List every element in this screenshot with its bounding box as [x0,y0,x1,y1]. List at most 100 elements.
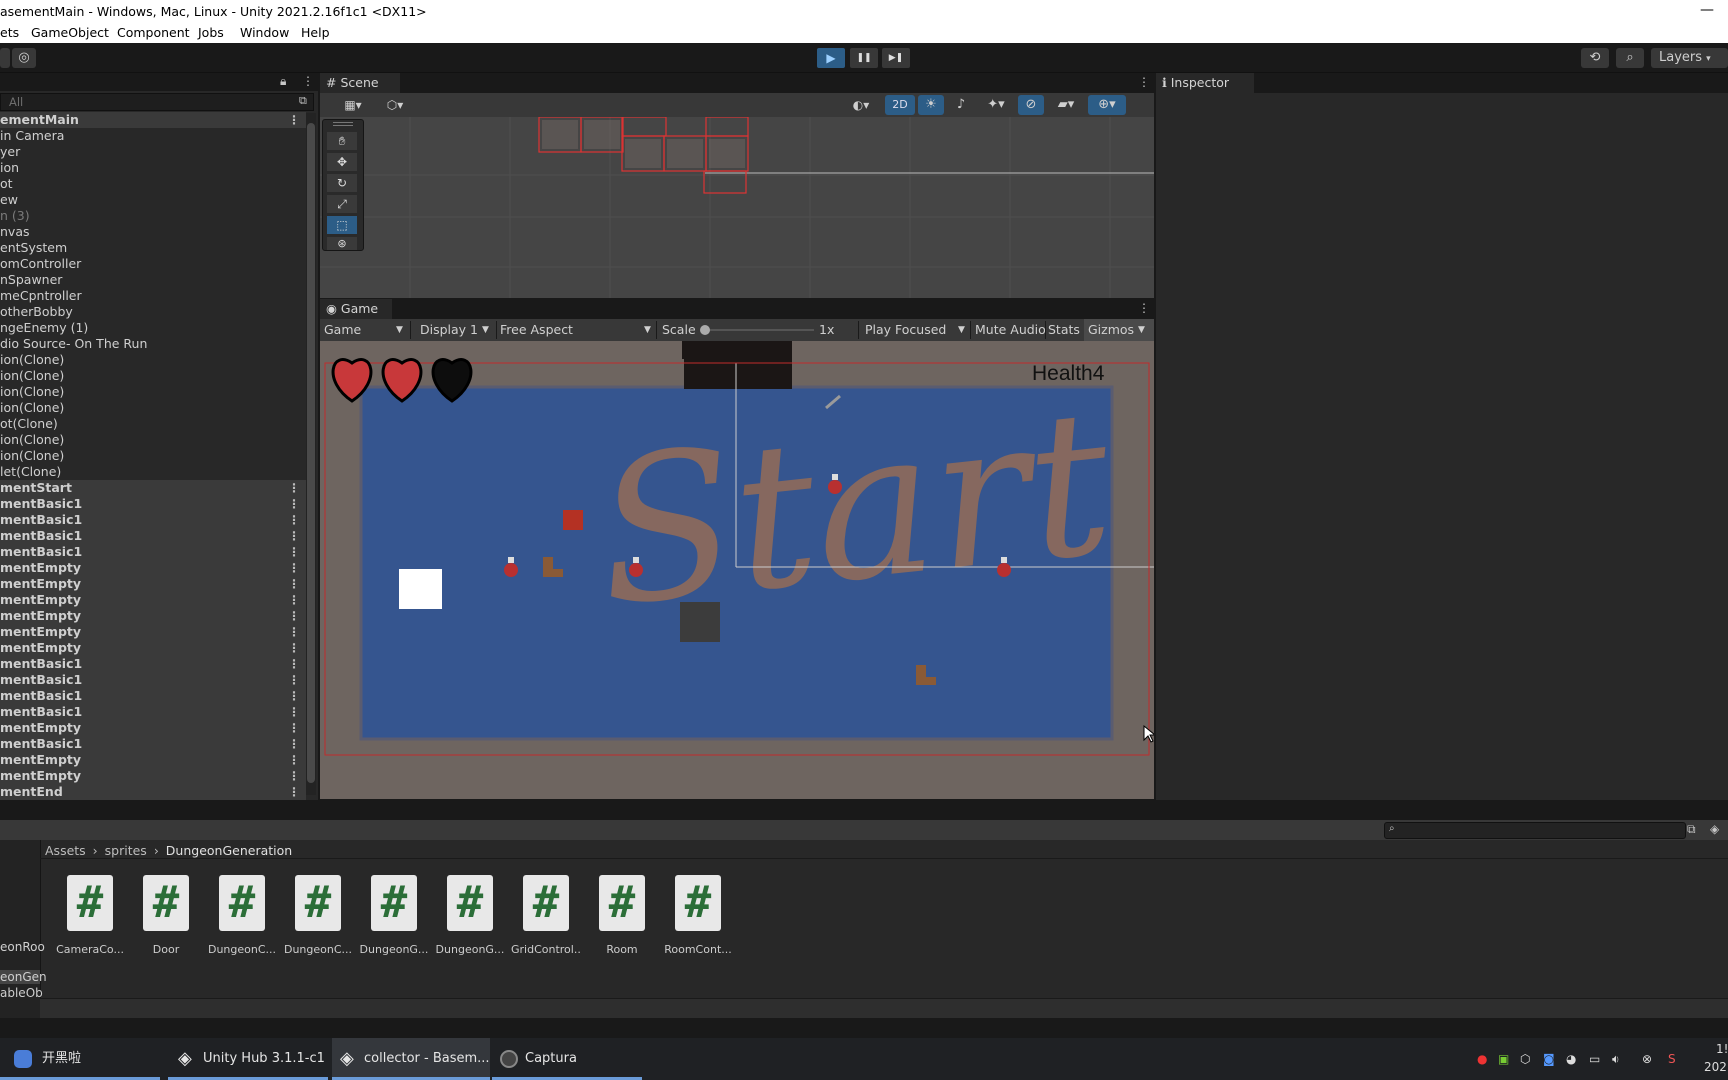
hierarchy-scene-row[interactable]: mentBasic1 ⋮ [0,688,306,704]
shading-dropdown[interactable]: ◐▾ [843,95,879,115]
more-icon[interactable]: ⋮ [302,74,314,88]
asset-item[interactable]: # DungeonG... [435,875,505,956]
hierarchy-scene-row[interactable]: mentBasic1 ⋮ [0,736,306,752]
hierarchy-row[interactable]: let(Clone) [0,464,306,480]
hierarchy-scene-row[interactable]: mentEmpty ⋮ [0,752,306,768]
asset-item[interactable]: # Door [131,875,201,956]
hierarchy-row[interactable]: ew [0,192,306,208]
hierarchy-row[interactable]: ngeEnemy (1) [0,320,306,336]
game-view-select[interactable]: Game [324,322,361,337]
more-icon[interactable]: ⋮ [288,576,300,592]
asset-item[interactable]: # DungeonC... [283,875,353,956]
hierarchy-scene-row[interactable]: mentEmpty ⋮ [0,592,306,608]
menu-jobs[interactable]: Jobs [198,25,224,40]
tab-game[interactable]: ◉ Game [320,299,392,319]
hierarchy-row[interactable]: meCpntroller [0,288,306,304]
more-icon[interactable]: ⋮ [288,688,300,704]
tab-inspector[interactable]: ℹ Inspector [1156,73,1254,93]
search-icon[interactable]: ⌕ [1616,48,1644,68]
menu-component[interactable]: Component [117,25,190,40]
folder-item[interactable]: eonRoo [0,940,45,954]
tab-scene[interactable]: # Scene [320,73,400,93]
clock-date[interactable]: 202 [1704,1060,1727,1074]
hierarchy-scene-row[interactable]: mentEmpty ⋮ [0,720,306,736]
transform-tool-icon[interactable]: ⊛ [327,237,357,250]
audio-icon[interactable]: ♪ [948,95,974,115]
hierarchy-row[interactable]: nvas [0,224,306,240]
hierarchy-scene-row[interactable]: mentEnd ⋮ [0,784,306,800]
stats-toggle[interactable]: Stats [1048,322,1080,337]
nvidia-icon[interactable]: ▣ [1498,1052,1509,1066]
more-icon[interactable]: ⋮ [288,480,300,496]
more-icon[interactable]: ⋮ [288,544,300,560]
menu-gameobject[interactable]: GameObject [31,25,109,40]
hierarchy-scene-row[interactable]: mentBasic1 ⋮ [0,512,306,528]
menu-assets[interactable]: ets [0,25,19,40]
play-button[interactable]: ▶ [817,48,845,68]
scene-viewport[interactable] [320,117,1154,298]
hierarchy-scene-row[interactable]: mentBasic1 ⋮ [0,496,306,512]
more-icon[interactable]: ⋮ [288,496,300,512]
gizmos-toggle[interactable]: Gizmos [1088,322,1134,337]
hand-tool-icon[interactable]: ✋︎ [327,132,357,150]
close-circle-icon[interactable]: ⊗ [1642,1052,1652,1066]
asset-item[interactable]: # Room [587,875,657,956]
draw-mode-dropdown[interactable]: ▦▾ [335,95,371,115]
label-icon[interactable]: ◈ [1710,822,1719,836]
camera-dropdown[interactable]: ▰▾ [1048,95,1084,115]
hierarchy-row[interactable]: ion(Clone) [0,384,306,400]
filter-icon[interactable]: ⧉ [299,94,307,108]
hierarchy-scene-row[interactable]: mentEmpty ⋮ [0,640,306,656]
taskbar-item-collector[interactable]: ◈ collector - Basem... [332,1038,490,1080]
scale-slider-handle[interactable] [700,325,710,335]
hierarchy-scene-row[interactable]: mentBasic1 ⋮ [0,528,306,544]
hierarchy-row[interactable]: ion(Clone) [0,368,306,384]
asset-item[interactable]: # RoomCont... [663,875,733,956]
scale-slider[interactable] [704,329,814,331]
more-icon[interactable]: ⋮ [288,752,300,768]
more-icon[interactable]: ⋮ [288,512,300,528]
filter-icon[interactable]: ⧉ [1687,822,1696,837]
mute-audio-toggle[interactable]: Mute Audio [975,322,1046,337]
hierarchy-scene-row[interactable]: ementMain ⋮ [0,112,306,128]
more-icon[interactable]: ⋮ [288,704,300,720]
hierarchy-scrollbar[interactable] [306,113,316,795]
hierarchy-scene-row[interactable]: mentBasic1 ⋮ [0,704,306,720]
taskbar-item-kaiheila[interactable]: 开黑啦 [0,1038,160,1080]
history-icon[interactable]: ⟲ [1581,48,1609,68]
lighting-icon[interactable]: ☀ [918,95,944,115]
play-focused-select[interactable]: Play Focused [865,322,946,337]
hierarchy-row[interactable]: omController [0,256,306,272]
hierarchy-row[interactable]: entSystem [0,240,306,256]
hierarchy-row[interactable]: dio Source- On The Run [0,336,306,352]
hierarchy-row[interactable]: ion(Clone) [0,432,306,448]
hierarchy-row[interactable]: ot(Clone) [0,416,306,432]
more-icon[interactable]: ⋮ [288,560,300,576]
palette-grip[interactable] [333,122,353,126]
scrollbar-thumb[interactable] [307,123,315,783]
asset-item[interactable]: # DungeonC... [207,875,277,956]
more-icon[interactable]: ⋮ [288,624,300,640]
3d-object-dropdown[interactable]: ⬡▾ [377,95,413,115]
more-icon[interactable]: ⋮ [288,656,300,672]
minimize-button[interactable]: — [1700,2,1714,18]
rect-tool-icon[interactable]: ⬚ [327,216,357,234]
game-viewport[interactable]: Start Health4 [320,341,1154,799]
more-icon[interactable]: ⋮ [288,640,300,656]
hierarchy-scene-row[interactable]: mentEmpty ⋮ [0,560,306,576]
hierarchy-row[interactable]: yer [0,144,306,160]
more-icon[interactable]: ⋮ [288,720,300,736]
layers-dropdown[interactable]: Layers ▾ [1651,48,1728,68]
record-icon[interactable]: ● [1477,1052,1487,1066]
ime-icon[interactable]: S [1668,1052,1676,1066]
hierarchy-scene-row[interactable]: mentStart ⋮ [0,480,306,496]
display-select[interactable]: Display 1 [420,322,478,337]
cloud-icon[interactable]: ◎ [12,48,36,68]
step-button[interactable]: ▶❚ [882,48,910,68]
hierarchy-row[interactable]: ion(Clone) [0,400,306,416]
hierarchy-row[interactable]: ion(Clone) [0,352,306,368]
hierarchy-row[interactable]: n (3) [0,208,306,224]
asset-item[interactable]: # GridControl... [511,875,581,956]
more-icon[interactable]: ⋮ [288,672,300,688]
rotate-tool-icon[interactable]: ↻ [327,174,357,192]
